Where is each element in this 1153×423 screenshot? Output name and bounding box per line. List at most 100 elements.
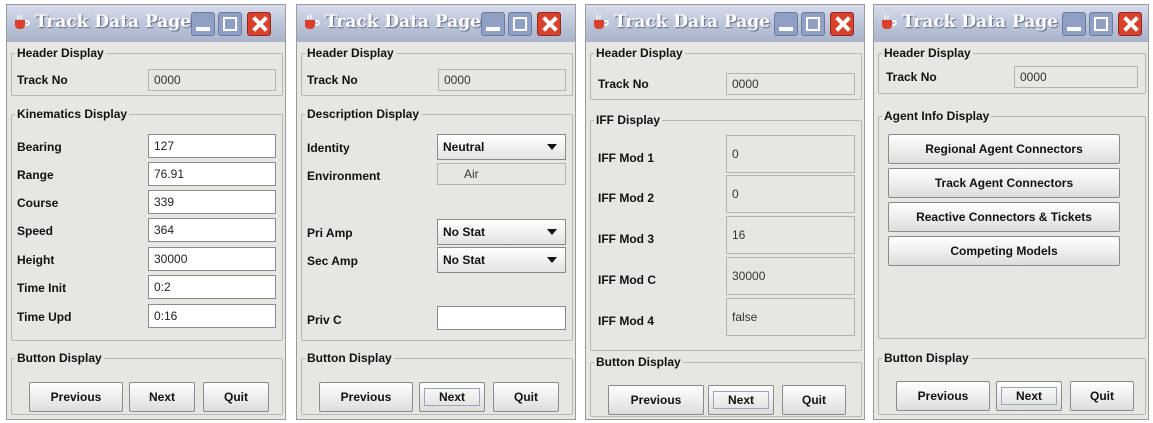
agent-info-display-legend: Agent Info Display [884, 109, 990, 123]
chevron-down-icon [547, 229, 557, 235]
iff-mod-1-label: IFF Mod 1 [598, 151, 654, 165]
next-button[interactable]: Next [708, 385, 774, 415]
iff-mod-3-field: 16 [726, 216, 855, 254]
next-button[interactable]: Next [996, 381, 1062, 411]
java-cup-icon [594, 14, 609, 29]
java-cup-icon [15, 14, 30, 29]
header-display-legend: Header Display [17, 46, 104, 60]
header-display-legend: Header Display [884, 46, 971, 60]
identity-dropdown[interactable]: Neutral [437, 134, 566, 160]
sec-amp-value: No Stat [443, 253, 485, 267]
title-bar[interactable]: Track Data Page [7, 5, 285, 42]
environment-field: Air [437, 163, 566, 185]
sec-amp-label: Sec Amp [307, 254, 358, 268]
chevron-down-icon [547, 257, 557, 263]
java-cup-icon [305, 14, 320, 29]
window-title: Track Data Page [35, 12, 192, 32]
window-title: Track Data Page [614, 12, 771, 32]
header-display-legend: Header Display [307, 46, 394, 60]
title-bar[interactable]: Track Data Page [586, 5, 864, 42]
sec-amp-dropdown[interactable]: No Stat [437, 247, 566, 273]
time-upd-input[interactable]: 0:16 [148, 304, 276, 328]
track-no-field: 0000 [148, 69, 276, 91]
header-display-legend: Header Display [596, 46, 683, 60]
track-no-label: Track No [886, 70, 937, 84]
previous-button[interactable]: Previous [608, 385, 704, 415]
track-no-field: 0000 [726, 73, 855, 95]
pri-amp-value: No Stat [443, 225, 485, 239]
identity-label: Identity [307, 141, 350, 155]
track-data-window-kinematics: Track Data Page Header Display Track No … [6, 4, 286, 420]
reactive-connectors-tickets-button[interactable]: Reactive Connectors & Tickets [888, 202, 1120, 232]
iff-mod-c-label: IFF Mod C [598, 273, 656, 287]
pri-amp-label: Pri Amp [307, 226, 353, 240]
minimize-icon[interactable] [191, 12, 215, 36]
previous-button[interactable]: Previous [29, 382, 123, 412]
environment-label: Environment [307, 169, 381, 183]
minimize-icon[interactable] [774, 12, 798, 36]
next-button[interactable]: Next [419, 382, 485, 412]
track-data-window-agent-info: Track Data Page Header Display Track No … [873, 4, 1149, 420]
time-upd-label: Time Upd [17, 310, 72, 324]
close-icon[interactable] [247, 12, 271, 36]
height-input[interactable]: 30000 [148, 247, 276, 271]
previous-button[interactable]: Previous [896, 381, 990, 411]
time-init-label: Time Init [17, 281, 67, 295]
next-button[interactable]: Next [129, 382, 195, 412]
iff-display-legend: IFF Display [596, 113, 661, 127]
course-input[interactable]: 339 [148, 190, 276, 214]
track-no-label: Track No [598, 77, 649, 91]
identity-value: Neutral [443, 140, 485, 154]
button-display-legend: Button Display [884, 351, 969, 365]
iff-mod-3-label: IFF Mod 3 [598, 232, 654, 246]
track-no-field: 0000 [1014, 66, 1138, 88]
iff-mod-2-label: IFF Mod 2 [598, 191, 654, 205]
track-data-window-iff: Track Data Page Header Display Track No … [585, 4, 865, 420]
quit-button[interactable]: Quit [493, 382, 559, 412]
button-display-legend: Button Display [596, 355, 681, 369]
window-title: Track Data Page [902, 12, 1059, 32]
track-agent-connectors-button[interactable]: Track Agent Connectors [888, 168, 1120, 198]
speed-input[interactable]: 364 [148, 218, 276, 242]
close-icon[interactable] [1118, 12, 1142, 36]
pri-amp-dropdown[interactable]: No Stat [437, 219, 566, 245]
button-display-legend: Button Display [17, 351, 102, 365]
quit-button[interactable]: Quit [1070, 381, 1134, 411]
quit-button[interactable]: Quit [782, 385, 846, 415]
minimize-icon[interactable] [481, 12, 505, 36]
quit-button[interactable]: Quit [203, 382, 269, 412]
iff-mod-4-label: IFF Mod 4 [598, 314, 654, 328]
description-display-legend: Description Display [307, 107, 420, 121]
track-no-label: Track No [17, 73, 68, 87]
maximize-icon[interactable] [508, 12, 532, 36]
iff-mod-2-field: 0 [726, 175, 855, 213]
regional-agent-connectors-button[interactable]: Regional Agent Connectors [888, 134, 1120, 164]
previous-button[interactable]: Previous [319, 382, 413, 412]
priv-c-label: Priv C [307, 313, 342, 327]
range-input[interactable]: 76.91 [148, 162, 276, 186]
maximize-icon[interactable] [801, 12, 825, 36]
close-icon[interactable] [537, 12, 561, 36]
course-label: Course [17, 196, 59, 210]
speed-label: Speed [17, 224, 54, 238]
kinematics-display-legend: Kinematics Display [17, 107, 128, 121]
priv-c-input[interactable] [437, 306, 566, 330]
maximize-icon[interactable] [1089, 12, 1113, 36]
iff-mod-1-field: 0 [726, 135, 855, 173]
track-data-window-description: Track Data Page Header Display Track No … [296, 4, 576, 420]
close-icon[interactable] [830, 12, 854, 36]
iff-mod-c-field: 30000 [726, 257, 855, 295]
title-bar[interactable]: Track Data Page [297, 5, 575, 42]
button-display-legend: Button Display [307, 351, 392, 365]
time-init-input[interactable]: 0:2 [148, 275, 276, 299]
chevron-down-icon [547, 144, 557, 150]
height-label: Height [17, 253, 55, 267]
bearing-label: Bearing [17, 140, 62, 154]
competing-models-button[interactable]: Competing Models [888, 236, 1120, 266]
maximize-icon[interactable] [218, 12, 242, 36]
minimize-icon[interactable] [1062, 12, 1086, 36]
window-title: Track Data Page [325, 12, 482, 32]
title-bar[interactable]: Track Data Page [874, 5, 1148, 42]
bearing-input[interactable]: 127 [148, 134, 276, 158]
iff-mod-4-field: false [726, 298, 855, 336]
